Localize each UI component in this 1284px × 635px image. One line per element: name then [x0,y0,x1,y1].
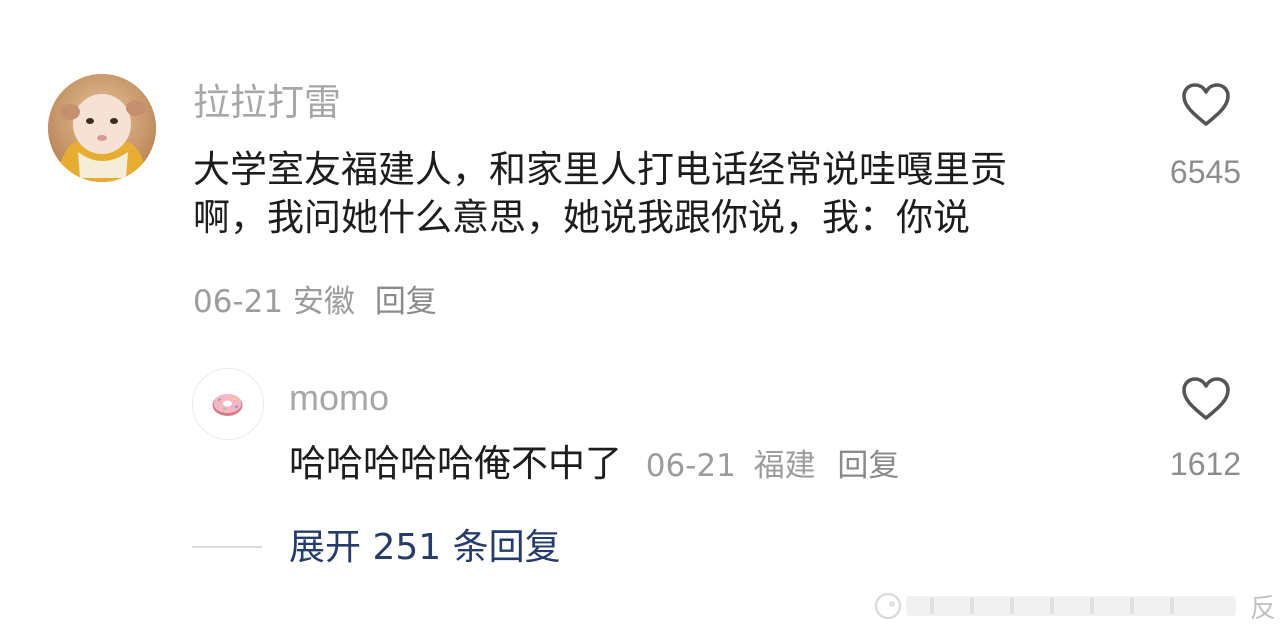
reply-username[interactable]: momo [289,375,389,421]
expand-replies-link[interactable]: 展开 251 条回复 [289,525,561,571]
comment-meta: 06-21 安徽 回复 [193,281,437,323]
heart-outline-icon[interactable] [1181,376,1231,422]
user-avatar[interactable] [48,74,156,182]
like-button[interactable]: 6545 [1148,82,1263,194]
heart-outline-icon[interactable] [1181,82,1231,128]
reply-location: 福建 [753,448,816,484]
comment-location: 安徽 [292,284,355,320]
expand-divider [192,546,262,548]
comment-text-line: 啊，我问她什么意思，她说我跟你说，我：你说 [193,196,970,239]
comment-text: 大学室友福建人，和家里人打电话经常说哇嘎里贡 啊，我问她什么意思，她说我跟你说，… [193,146,1143,242]
comment-thread: 拉拉打雷 大学室友福建人，和家里人打电话经常说哇嘎里贡 啊，我问她什么意思，她说… [0,0,1284,635]
reply-like-button[interactable]: 1612 [1148,376,1263,486]
watermark-logo-icon [875,593,1236,619]
reply-like-count: 1612 [1169,446,1242,482]
comment-username[interactable]: 拉拉打雷 [193,80,341,126]
reply-button[interactable]: 回复 [375,284,437,320]
reply-reply-button[interactable]: 回复 [837,448,899,484]
comment-text-line: 大学室友福建人，和家里人打电话经常说哇嘎里贡 [193,148,1007,191]
reply-user-avatar[interactable] [192,368,264,440]
donut-avatar [212,394,243,416]
comment-date: 06-21 [193,284,284,320]
watermark: 反 [870,588,1284,624]
baby-photo-avatar [48,74,156,182]
watermark-text: 反 [1250,594,1277,624]
reply-text: 哈哈哈哈哈俺不中了 [289,442,622,485]
reply-date: 06-21 [645,448,736,484]
like-count: 6545 [1169,154,1242,190]
reply-text-row: 哈哈哈哈哈俺不中了 06-21 福建 回复 [289,441,899,489]
